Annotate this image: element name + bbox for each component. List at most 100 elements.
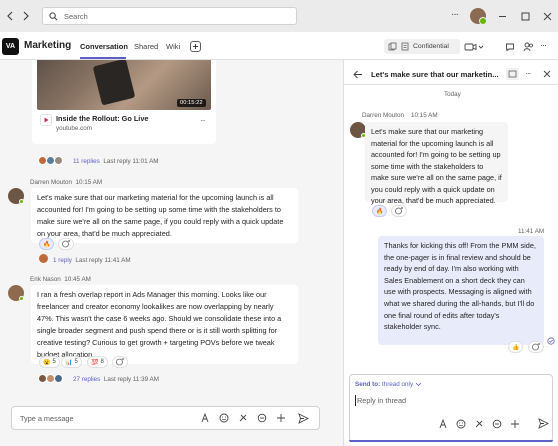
- send-to-selector[interactable]: Send to: thread only: [355, 381, 422, 388]
- search-placeholder: Search: [64, 11, 88, 21]
- reaction-fire[interactable]: 🔥: [39, 238, 55, 250]
- message-text: I ran a fresh overlap report in Ads Mana…: [37, 290, 282, 359]
- minimize-icon[interactable]: [496, 10, 508, 22]
- replies-link[interactable]: 11 replies: [73, 158, 100, 165]
- popout-icon[interactable]: [506, 68, 519, 80]
- meet-icon[interactable]: [463, 41, 485, 53]
- active-tab-indicator: [80, 57, 126, 59]
- sensitivity-label[interactable]: Confidential: [384, 39, 460, 54]
- message-header: Darren Mouton 10:15 AM: [30, 179, 102, 186]
- message-header: Erik Nason 10:45 AM: [30, 276, 91, 283]
- emoji-icon[interactable]: [456, 419, 466, 429]
- tab-wiki[interactable]: Wiki: [166, 42, 180, 51]
- add-icon[interactable]: [510, 419, 520, 429]
- reaction-surprised[interactable]: 😮 5: [39, 356, 60, 368]
- sticker-icon[interactable]: [238, 413, 248, 423]
- profile-avatar[interactable]: [470, 8, 487, 25]
- close-thread-icon[interactable]: [543, 70, 551, 78]
- replies-link[interactable]: 27 replies: [73, 376, 100, 383]
- reaction-hundred[interactable]: 💯 8: [87, 356, 108, 368]
- reaction-thumbs-up[interactable]: 👍: [508, 341, 524, 353]
- avatar: [39, 254, 48, 263]
- thread-reply-box[interactable]: Send to: thread only Reply in thread: [349, 374, 553, 442]
- thread-title: Let's make sure that our marketin...: [371, 70, 499, 79]
- hundred-icon: 💯: [91, 359, 99, 366]
- send-icon[interactable]: [298, 413, 309, 424]
- video-thumbnail[interactable]: 00:15:22: [37, 60, 211, 110]
- presence-available: [19, 199, 24, 204]
- send-icon[interactable]: [538, 418, 549, 429]
- reaction-count: 5: [74, 359, 78, 365]
- title-bar: Search ···: [0, 0, 558, 32]
- add-reaction-button[interactable]: [112, 356, 128, 368]
- thread-summary[interactable]: 11 replies Last reply 11:01 AM: [73, 158, 159, 165]
- my-message-bubble[interactable]: Thanks for kicking this off! From the PM…: [378, 236, 544, 345]
- message-header: Darren Mouton 10:15 AM: [362, 112, 438, 119]
- add-reaction-button[interactable]: [58, 238, 74, 250]
- thread-summary[interactable]: 27 replies Last reply 11:39 AM: [73, 376, 159, 383]
- add-reaction-button[interactable]: [528, 341, 544, 353]
- sticker-icon[interactable]: [474, 419, 484, 429]
- timestamp: 10:15 AM: [411, 112, 438, 119]
- reaction-fire[interactable]: 🔥: [372, 205, 388, 217]
- forward-icon[interactable]: [20, 9, 32, 23]
- add-reaction-button[interactable]: [391, 205, 407, 217]
- composer-placeholder: Type a message: [20, 414, 74, 423]
- thread-more-icon[interactable]: ···: [525, 68, 531, 78]
- message-bubble[interactable]: Let's make sure that our marketing mater…: [365, 122, 508, 205]
- search-icon: [49, 11, 58, 21]
- reaction-count: 8: [100, 359, 104, 365]
- reply-placeholder: Reply in thread: [357, 396, 407, 405]
- fire-icon: 🔥: [43, 241, 51, 248]
- chat-icon[interactable]: [504, 41, 516, 53]
- tab-conversation[interactable]: Conversation: [80, 42, 128, 51]
- format-icon[interactable]: [200, 413, 210, 423]
- composer-toolbar: [200, 413, 286, 423]
- send-to-value: thread only: [381, 381, 414, 388]
- message-composer[interactable]: Type a message: [11, 406, 320, 430]
- video-card[interactable]: 00:15:22 Inside the Rollout: Go Live you…: [32, 60, 216, 144]
- add-tab-icon[interactable]: [190, 41, 201, 52]
- author-name: Darren Mouton: [362, 112, 404, 119]
- thread-header-divider: [344, 84, 558, 85]
- conversation-pane: 00:15:22 Inside the Rollout: Go Live you…: [0, 60, 343, 446]
- copy-icon: [388, 42, 397, 51]
- reaction-count: 5: [52, 359, 56, 365]
- add-icon[interactable]: [276, 413, 286, 423]
- replies-link[interactable]: 1 reply: [53, 257, 72, 264]
- loop-icon[interactable]: [257, 413, 267, 423]
- document-icon: [401, 42, 409, 51]
- add-reaction-icon: [395, 207, 403, 215]
- format-icon[interactable]: [438, 419, 448, 429]
- loop-icon[interactable]: [492, 419, 502, 429]
- message-bubble[interactable]: Let's make sure that our marketing mater…: [31, 188, 298, 243]
- message-bubble[interactable]: I ran a fresh overlap report in Ads Mana…: [31, 285, 298, 364]
- more-options-icon[interactable]: ···: [451, 9, 459, 20]
- team-logo: VA: [2, 38, 19, 55]
- maximize-icon[interactable]: [519, 10, 531, 22]
- reaction-chart[interactable]: 📊 5: [61, 356, 82, 368]
- search-input[interactable]: Search: [42, 7, 297, 25]
- video-more-icon[interactable]: ···: [200, 116, 206, 125]
- timestamp: 11:41 AM: [518, 228, 545, 235]
- emoji-icon[interactable]: [219, 413, 229, 423]
- people-icon[interactable]: [522, 41, 534, 53]
- channel-more-icon[interactable]: ···: [540, 40, 547, 50]
- avatar: [54, 156, 63, 165]
- author-name: Darren Mouton: [30, 179, 72, 186]
- back-arrow-icon[interactable]: [353, 70, 363, 79]
- last-reply: Last reply 11:41 AM: [75, 257, 131, 264]
- close-icon[interactable]: [541, 10, 553, 22]
- send-to-label: Send to:: [355, 381, 381, 388]
- seen-icon: [547, 337, 555, 345]
- add-reaction-icon: [532, 343, 540, 351]
- timestamp: 10:45 AM: [64, 276, 91, 283]
- last-reply: Last reply 11:01 AM: [103, 158, 159, 165]
- back-icon[interactable]: [4, 9, 16, 23]
- thread-summary[interactable]: 1 reply Last reply 11:41 AM: [53, 257, 131, 264]
- video-title[interactable]: Inside the Rollout: Go Live: [56, 114, 148, 123]
- play-icon: [40, 114, 52, 126]
- tab-shared[interactable]: Shared: [134, 42, 158, 51]
- thumbs-up-icon: 👍: [512, 344, 520, 351]
- day-divider: Today: [444, 91, 461, 98]
